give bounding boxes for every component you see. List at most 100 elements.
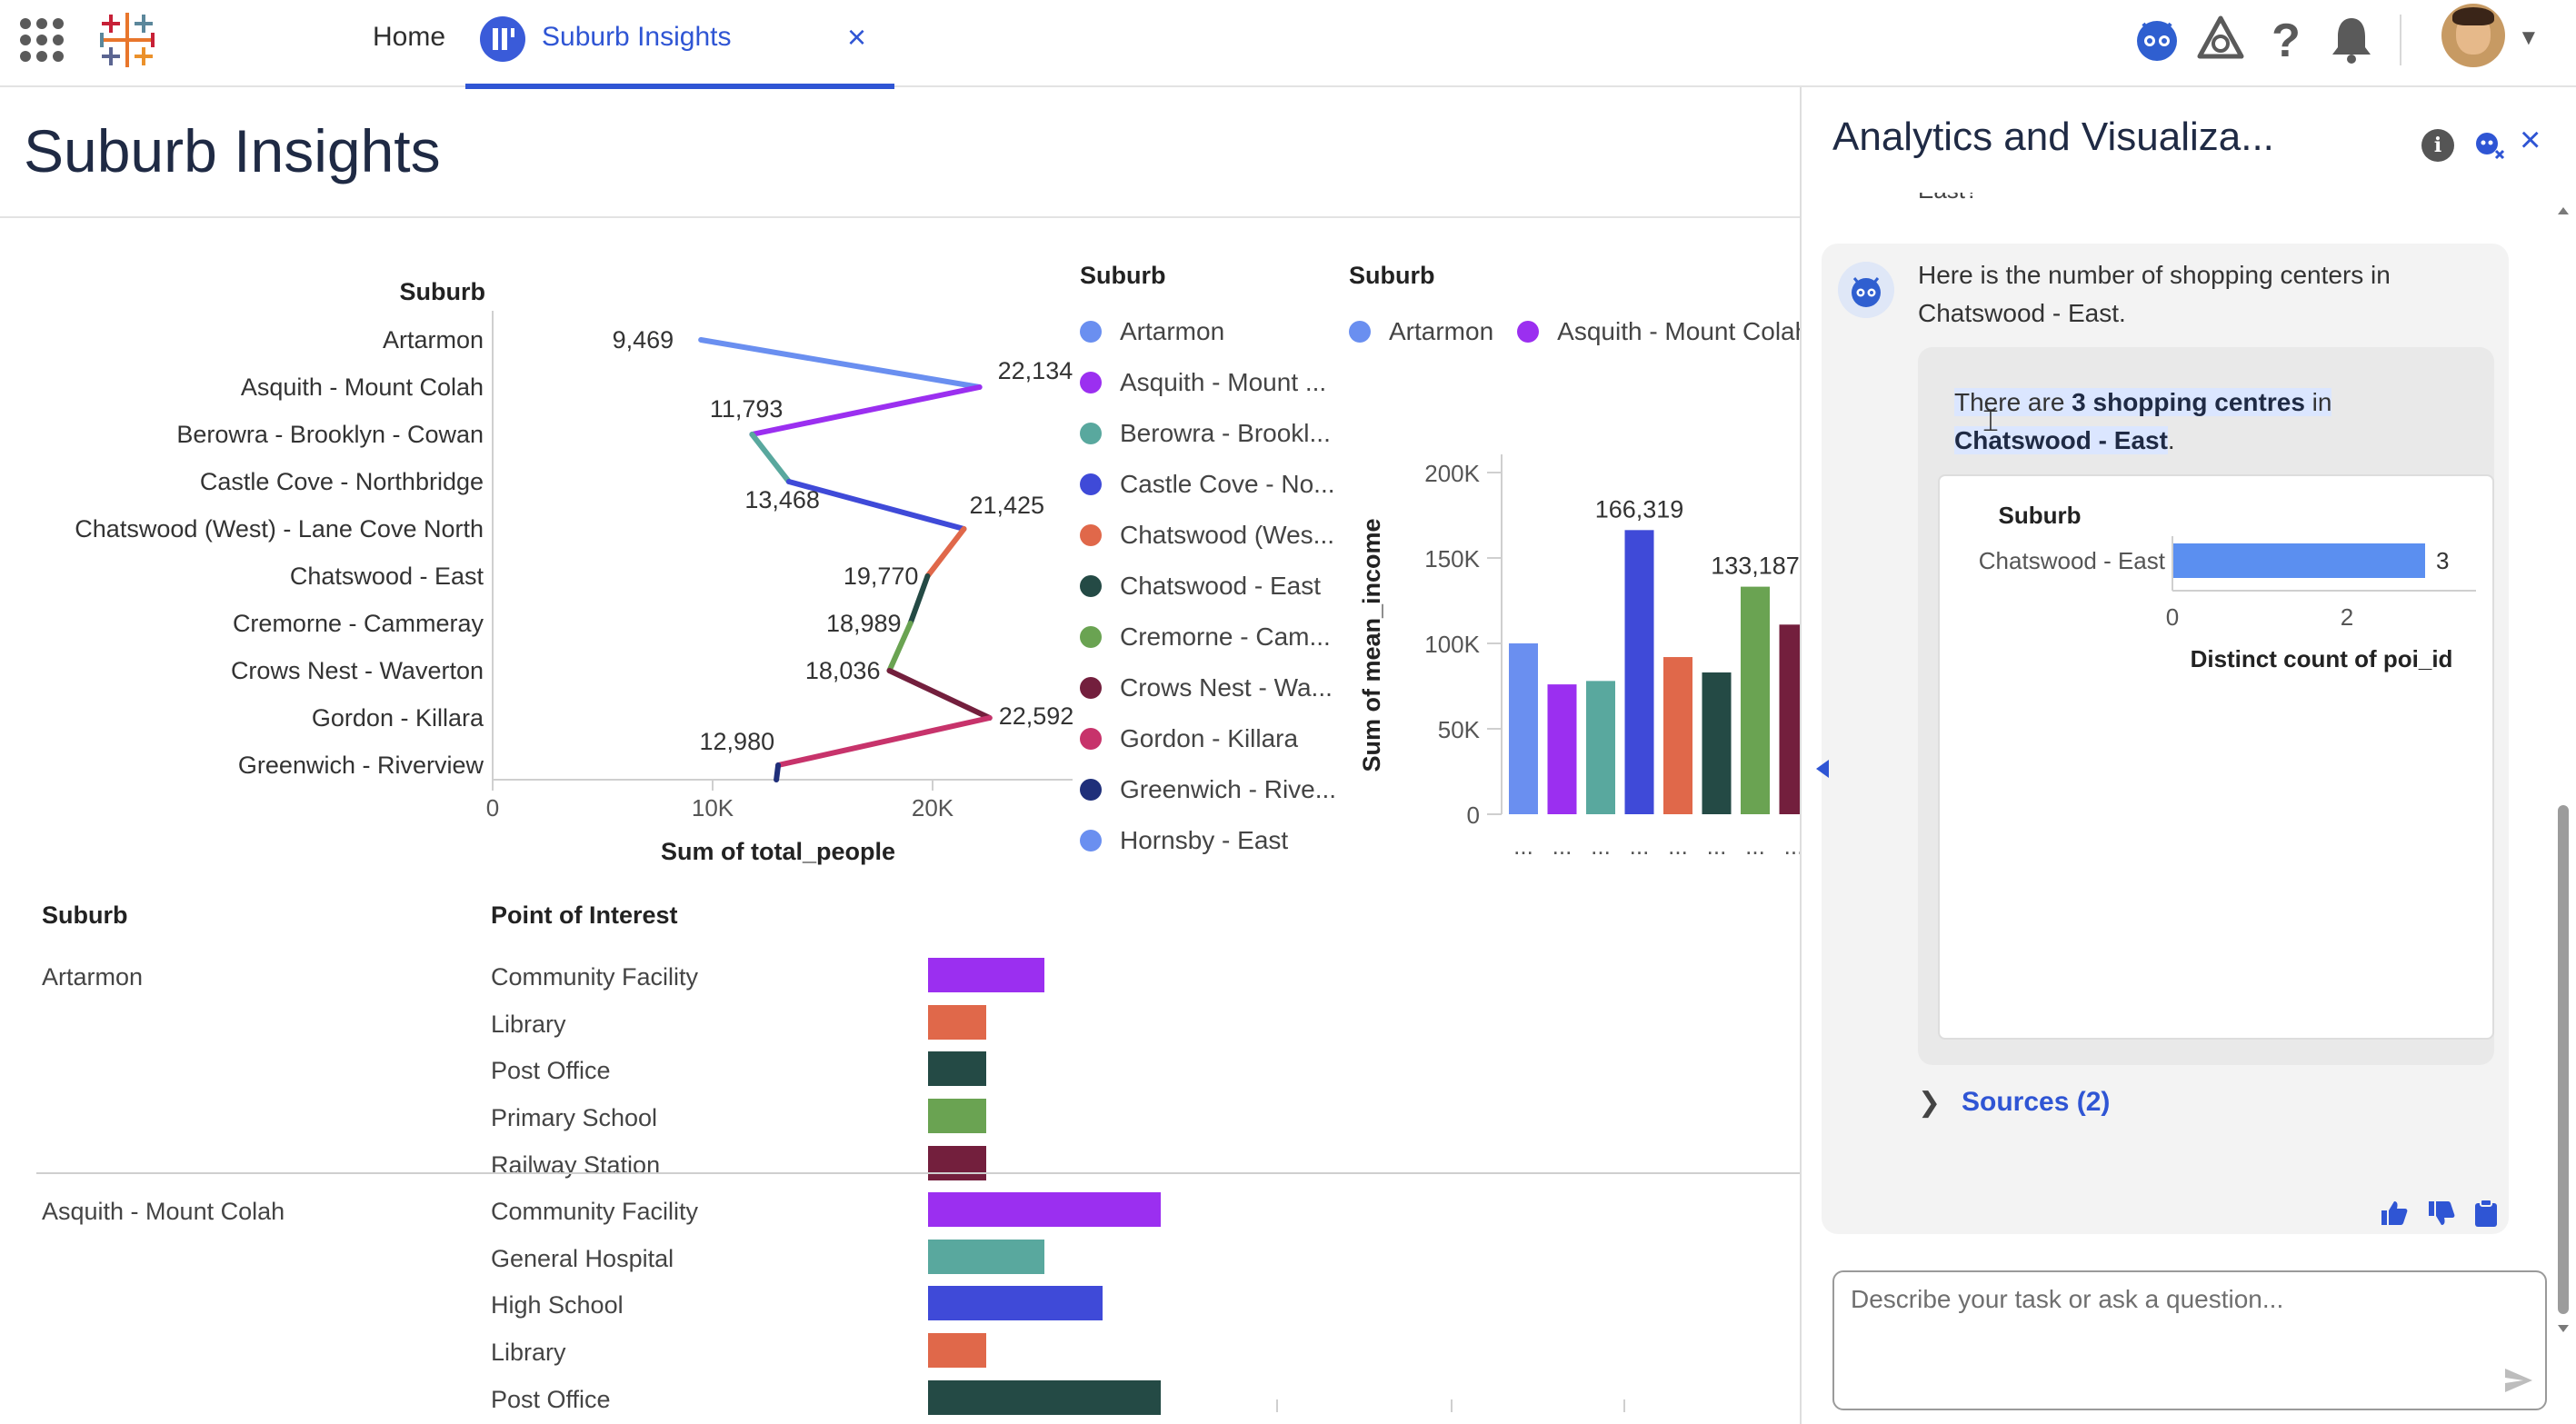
table-cell-poi: High School	[491, 1291, 624, 1319]
data-label: 11,793	[710, 395, 784, 423]
x-tick-label: ...	[1668, 832, 1688, 860]
help-icon[interactable]: ?	[2260, 13, 2312, 65]
bar	[1509, 643, 1538, 814]
data-label: 13,468	[744, 486, 820, 513]
legend-item[interactable]: Artarmon	[1349, 306, 1493, 357]
y-tick-label: Castle Cove - Northbridge	[200, 468, 484, 495]
send-icon[interactable]	[2503, 1367, 2534, 1394]
app-launcher-icon[interactable]	[20, 18, 64, 62]
notifications-icon[interactable]	[2325, 13, 2378, 65]
einstein-agent-icon[interactable]	[2131, 13, 2183, 65]
legend-swatch	[1080, 575, 1102, 597]
axis-tick	[1276, 1399, 1278, 1412]
legend-item[interactable]: Greenwich - Rive...	[1080, 764, 1336, 815]
x-tick-label: 2	[2341, 603, 2353, 631]
nav-home-link[interactable]: Home	[373, 22, 445, 53]
line-segment	[749, 384, 983, 437]
poi-count-bar[interactable]	[928, 1286, 1103, 1321]
total-people-line-chart: Suburb Artarmon Asquith - Mount Colah Berow…	[75, 278, 1073, 865]
x-tick-label: ...	[1784, 832, 1800, 860]
poi-count-bar[interactable]	[928, 958, 1044, 992]
y-tick-label: 0	[1467, 802, 1480, 829]
bar	[1586, 681, 1615, 814]
tableau-logo-icon[interactable]	[95, 7, 160, 73]
tab-suburb-insights[interactable]: Suburb Insights ×	[465, 0, 894, 89]
close-panel-icon[interactable]: ×	[2520, 120, 2541, 161]
bar	[1547, 684, 1577, 814]
table-cell-poi: General Hospital	[491, 1244, 674, 1272]
legend-title: Suburb	[1349, 262, 1435, 289]
thumbs-down-icon[interactable]	[2425, 1198, 2456, 1229]
info-icon[interactable]: i	[2421, 129, 2454, 162]
conversation-area: East? Here is the number of shopping cen…	[1822, 193, 2540, 1338]
table-cell-suburb: Artarmon	[42, 963, 144, 991]
data-label: 21,425	[969, 492, 1044, 519]
x-tick-label: 0	[486, 794, 499, 822]
poi-count-bar[interactable]	[928, 1145, 986, 1180]
legend-label: Asquith - Mount Colah	[1557, 317, 1800, 345]
copy-icon[interactable]	[2471, 1198, 2501, 1229]
agent-avatar-icon	[1838, 262, 1894, 318]
data-label: 12,980	[700, 728, 775, 755]
chevron-down-icon[interactable]: ▼	[2518, 25, 2540, 51]
x-tick-label: 10K	[692, 794, 734, 822]
legend-item[interactable]: Crows Nest - Wa...	[1080, 662, 1336, 713]
svg-text:?: ?	[2271, 15, 2301, 65]
legend-label: Cremorne - Cam...	[1120, 622, 1331, 651]
legend-item[interactable]: Asquith - Mount ...	[1080, 357, 1336, 408]
data-label: 3	[2436, 547, 2449, 574]
poi-count-bar[interactable]	[928, 1099, 986, 1134]
thumbs-up-icon[interactable]	[2378, 1198, 2409, 1229]
legend-label: Hornsby - East	[1120, 826, 1289, 854]
poi-count-bar[interactable]	[928, 1004, 986, 1040]
answer-visualization[interactable]: Suburb Chatswood - East 3 0 2 Distinct count …	[1938, 474, 2494, 1040]
clear-conversation-icon[interactable]	[2472, 129, 2507, 162]
top-navigation-bar: Home Suburb Insights × ? ▼	[0, 0, 2576, 89]
legend-item[interactable]: Castle Cove - No...	[1080, 459, 1336, 510]
line-segment	[749, 432, 792, 484]
y-tick-label: Chatswood - East	[290, 563, 484, 590]
legend-swatch	[1080, 321, 1102, 343]
legend-item[interactable]: Chatswood - East	[1080, 561, 1336, 612]
data-label: 22,592	[999, 702, 1073, 730]
bar	[1779, 624, 1800, 814]
setup-icon[interactable]	[2194, 13, 2247, 65]
collapse-panel-icon[interactable]	[1816, 760, 1829, 778]
y-tick-label: Gordon - Killara	[312, 704, 484, 732]
poi-count-bar[interactable]	[928, 1192, 1161, 1227]
close-tab-icon[interactable]: ×	[847, 18, 866, 56]
x-tick-label: ...	[1630, 832, 1650, 860]
legend-item[interactable]: Asquith - Mount Colah	[1517, 306, 1800, 357]
user-avatar[interactable]	[2441, 4, 2505, 67]
chevron-right-icon[interactable]: ❯	[1918, 1087, 1941, 1119]
poi-count-bar[interactable]	[928, 1333, 986, 1369]
poi-count-bar[interactable]	[928, 1051, 986, 1087]
x-tick-label: ...	[1707, 832, 1727, 860]
table-cell-poi: Post Office	[491, 1385, 611, 1413]
bar	[1702, 672, 1732, 814]
poi-count-bar[interactable]	[928, 1379, 1161, 1415]
chat-input[interactable]: Describe your task or ask a question...	[1832, 1270, 2547, 1410]
legend-item[interactable]: Berowra - Brookl...	[1080, 408, 1336, 459]
axis-tick	[1451, 1399, 1453, 1412]
y-axis-header: Suburb	[1999, 502, 2082, 529]
legend-item[interactable]: Cremorne - Cam...	[1080, 612, 1336, 662]
panel-scrollbar-thumb[interactable]	[2558, 805, 2569, 1314]
legend-item[interactable]: Artarmon	[1080, 306, 1336, 357]
legend-item[interactable]: Gordon - Killara	[1080, 713, 1336, 764]
legend-item[interactable]: Hornsby - East	[1080, 815, 1336, 866]
table-cell-suburb: Asquith - Mount Colah	[42, 1198, 285, 1225]
assistant-panel-title: Analytics and Visualiza...	[1832, 115, 2274, 159]
assistant-panel: Analytics and Visualiza... i × East? Her…	[1800, 87, 2576, 1424]
y-tick-label: Artarmon	[383, 326, 484, 354]
sources-toggle[interactable]: Sources (2)	[1962, 1087, 2110, 1118]
poi-count-bar[interactable]	[928, 1239, 1044, 1274]
dashboard-icon	[480, 16, 525, 62]
chat-input-placeholder: Describe your task or ask a question...	[1851, 1285, 2284, 1313]
x-tick-label: ...	[1553, 832, 1573, 860]
legend-item[interactable]: Chatswood (Wes...	[1080, 510, 1336, 561]
legend-swatch	[1080, 524, 1102, 546]
y-axis-title: Sum of mean_income	[1358, 518, 1385, 772]
legend-label: Chatswood (Wes...	[1120, 521, 1335, 549]
legend-swatch	[1080, 779, 1102, 801]
